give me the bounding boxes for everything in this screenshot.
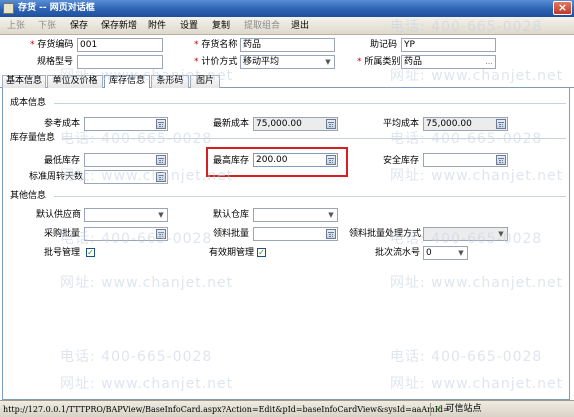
tab-unit-price[interactable]: 单位及价格 xyxy=(47,75,103,88)
status-bar: http://127.0.0.1/TTTPRO/BAPView/BaseInfo… xyxy=(0,400,574,417)
next-button[interactable]: 下张 xyxy=(38,20,56,32)
tab-basic-info[interactable]: 基本信息 xyxy=(2,75,46,88)
chevron-down-icon[interactable]: ▼ xyxy=(155,209,167,221)
section-divider xyxy=(54,103,566,104)
save-new-button[interactable]: 保存新增 xyxy=(101,20,137,32)
tab-strip: 基本信息 单位及价格 库存信息 条形码 图片 xyxy=(0,74,574,89)
calculator-icon xyxy=(326,119,336,129)
tab-picture[interactable]: 图片 xyxy=(190,75,220,88)
code-label: * 存货编码 xyxy=(30,40,74,50)
calculator-icon[interactable] xyxy=(156,119,166,129)
pick-method-label: 领料批量处理方式 xyxy=(349,229,422,239)
qty-section-title: 库存量信息 xyxy=(10,133,56,143)
window-title: 存货 -- 网页对话框 xyxy=(18,3,95,13)
prev-button[interactable]: 上张 xyxy=(7,20,25,32)
calculator-icon[interactable] xyxy=(156,172,166,182)
batch-mgmt-label: 批号管理 xyxy=(44,248,81,258)
chevron-down-icon[interactable]: ▼ xyxy=(455,247,467,259)
max-stock-label: 最高库存 xyxy=(213,156,250,166)
copy-button[interactable]: 复制 xyxy=(212,20,230,32)
calculator-icon xyxy=(496,119,506,129)
category-label: * 所属类别 xyxy=(357,57,401,67)
calculator-icon[interactable] xyxy=(496,155,506,165)
pick-method-select[interactable]: ▼ xyxy=(423,227,508,241)
batch-mgmt-checkbox[interactable]: ✓ xyxy=(86,248,95,257)
min-stock-input[interactable] xyxy=(84,153,168,167)
serial-number-select[interactable]: 0 ▼ xyxy=(423,246,468,260)
turnover-days-input[interactable] xyxy=(84,170,168,184)
calculator-icon[interactable] xyxy=(326,229,336,239)
security-zone: ✓ 可信站点 xyxy=(430,403,482,416)
window-titlebar: 存货 -- 网页对话框 × xyxy=(0,0,574,17)
attachment-button[interactable]: 附件 xyxy=(148,20,166,32)
name-input[interactable]: 药品 xyxy=(240,38,335,52)
save-button[interactable]: 保存 xyxy=(70,20,88,32)
mnemonic-label: 助记码 xyxy=(370,40,398,50)
ref-cost-label: 参考成本 xyxy=(44,119,81,129)
chevron-down-icon[interactable]: ▼ xyxy=(322,56,334,68)
extract-combo-button[interactable]: 提取组合 xyxy=(244,20,280,32)
turnover-days-label: 标准周转天数 xyxy=(29,172,84,182)
mnemonic-input[interactable]: YP xyxy=(401,38,496,52)
tab-barcode[interactable]: 条形码 xyxy=(151,75,189,88)
check-icon: ✓ xyxy=(435,404,443,414)
min-stock-label: 最低库存 xyxy=(44,156,81,166)
other-section-title: 其他信息 xyxy=(10,191,47,201)
purchase-batch-label: 采购批量 xyxy=(44,229,81,239)
purchase-batch-input[interactable] xyxy=(84,227,168,241)
latest-cost-label: 最新成本 xyxy=(213,119,250,129)
expiry-mgmt-checkbox[interactable]: ✓ xyxy=(257,248,266,257)
latest-cost-input: 75,000.00 xyxy=(253,117,338,131)
calculator-icon[interactable] xyxy=(156,229,166,239)
valuation-select[interactable]: 移动平均 ▼ xyxy=(240,55,335,69)
warehouse-select[interactable]: ▼ xyxy=(253,208,338,222)
code-input[interactable]: 001 xyxy=(77,38,163,52)
lookup-icon[interactable]: … xyxy=(483,56,495,68)
avg-cost-label: 平均成本 xyxy=(383,119,420,129)
section-divider xyxy=(62,138,566,139)
exit-button[interactable]: 退出 xyxy=(291,20,309,32)
spec-input[interactable] xyxy=(77,55,163,69)
close-button[interactable]: × xyxy=(553,1,572,15)
ref-cost-input[interactable] xyxy=(84,117,168,131)
calculator-icon[interactable] xyxy=(156,155,166,165)
calculator-icon[interactable] xyxy=(326,155,336,165)
tab-stock-info[interactable]: 库存信息 xyxy=(104,75,150,89)
chevron-down-icon[interactable]: ▼ xyxy=(495,228,507,240)
spec-label: 规格型号 xyxy=(37,57,74,67)
app-icon xyxy=(3,3,14,14)
settings-button[interactable]: 设置 xyxy=(180,20,198,32)
stock-info-panel xyxy=(2,88,570,400)
max-stock-input[interactable]: 200.00 xyxy=(253,153,338,167)
pick-batch-input[interactable] xyxy=(253,227,338,241)
toolbar: 上张 下张 保存 保存新增 附件 设置 复制 提取组合 退出 xyxy=(0,17,574,35)
cost-section-title: 成本信息 xyxy=(10,98,47,108)
section-divider xyxy=(54,196,566,197)
chevron-down-icon[interactable]: ▼ xyxy=(325,209,337,221)
category-input[interactable]: 药品 … xyxy=(401,55,496,69)
safety-stock-label: 安全库存 xyxy=(383,156,420,166)
pick-batch-label: 领料批量 xyxy=(213,229,250,239)
serial-number-label: 批次流水号 xyxy=(375,248,421,258)
safety-stock-input[interactable] xyxy=(423,153,508,167)
supplier-label: 默认供应商 xyxy=(36,210,82,220)
status-url: http://127.0.0.1/TTTPRO/BAPView/BaseInfo… xyxy=(3,405,450,414)
name-label: * 存货名称 xyxy=(194,40,238,50)
warehouse-label: 默认仓库 xyxy=(213,210,250,220)
expiry-mgmt-label: 有效期管理 xyxy=(209,248,255,258)
supplier-select[interactable]: ▼ xyxy=(84,208,168,222)
header-form: * 存货编码 001 * 存货名称 药品 助记码 YP 规格型号 * 计价方式 … xyxy=(0,36,574,74)
avg-cost-input: 75,000.00 xyxy=(423,117,508,131)
valuation-label: * 计价方式 xyxy=(194,57,238,67)
